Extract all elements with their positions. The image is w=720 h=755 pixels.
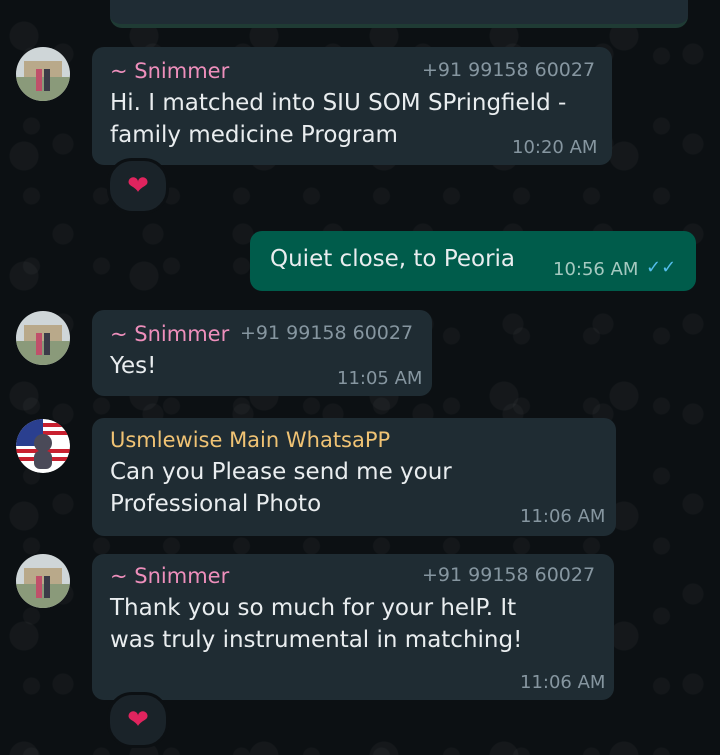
profile-photo-icon	[16, 47, 70, 101]
sender-name[interactable]: Usmlewise Main WhatsaPP	[110, 428, 390, 452]
avatar[interactable]	[16, 419, 70, 473]
heart-reaction-icon[interactable]: ❤	[107, 692, 169, 748]
message-text: Hi. I matched into SIU SOM SPringfield -	[110, 90, 567, 116]
avatar[interactable]	[16, 311, 70, 365]
sender-phone: +91 99158 60027	[422, 564, 596, 586]
message-bubble[interactable]: ~ Snimmer +91 99158 60027 Hi. I matched …	[92, 47, 612, 165]
message-bubble[interactable]: Usmlewise Main WhatsaPP Can you Please s…	[92, 418, 616, 536]
avatar[interactable]	[16, 47, 70, 101]
message-text: Professional Photo	[110, 491, 322, 517]
read-receipt-icon: ✓✓	[646, 257, 677, 278]
message-time: 11:05 AM	[337, 368, 423, 389]
message-text: Can you Please send me your	[110, 459, 452, 485]
avatar[interactable]	[16, 554, 70, 608]
heart-reaction-icon[interactable]: ❤	[107, 158, 169, 214]
usmlewise-logo-icon	[16, 419, 70, 473]
message-text: Yes!	[110, 353, 157, 379]
sender-name[interactable]: ~ Snimmer	[110, 564, 229, 588]
message-time: 11:06 AM	[520, 672, 606, 693]
message-text: was truly instrumental in matching!	[110, 627, 523, 653]
message-text: Quiet close, to Peoria	[270, 246, 516, 272]
message-text: Thank you so much for your helP. It	[110, 595, 517, 621]
sender-phone: +91 99158 60027	[422, 59, 596, 81]
message-bubble-outgoing[interactable]: Quiet close, to Peoria 10:56 AM ✓✓	[250, 231, 696, 291]
sender-phone: +91 99158 60027	[240, 322, 414, 344]
message-time: 10:56 AM	[553, 259, 639, 280]
profile-photo-icon	[16, 311, 70, 365]
message-time: 11:06 AM	[520, 506, 606, 527]
sender-name[interactable]: ~ Snimmer	[110, 59, 229, 83]
message-bubble[interactable]: ~ Snimmer +91 99158 60027 Yes! 11:05 AM	[92, 310, 432, 396]
message-bubble[interactable]: ~ Snimmer +91 99158 60027 Thank you so m…	[92, 554, 614, 700]
profile-photo-icon	[16, 554, 70, 608]
message-time: 10:20 AM	[512, 137, 598, 158]
message-text: family medicine Program	[110, 122, 398, 148]
previous-message-bubble[interactable]	[110, 0, 688, 28]
sender-name[interactable]: ~ Snimmer	[110, 322, 229, 346]
